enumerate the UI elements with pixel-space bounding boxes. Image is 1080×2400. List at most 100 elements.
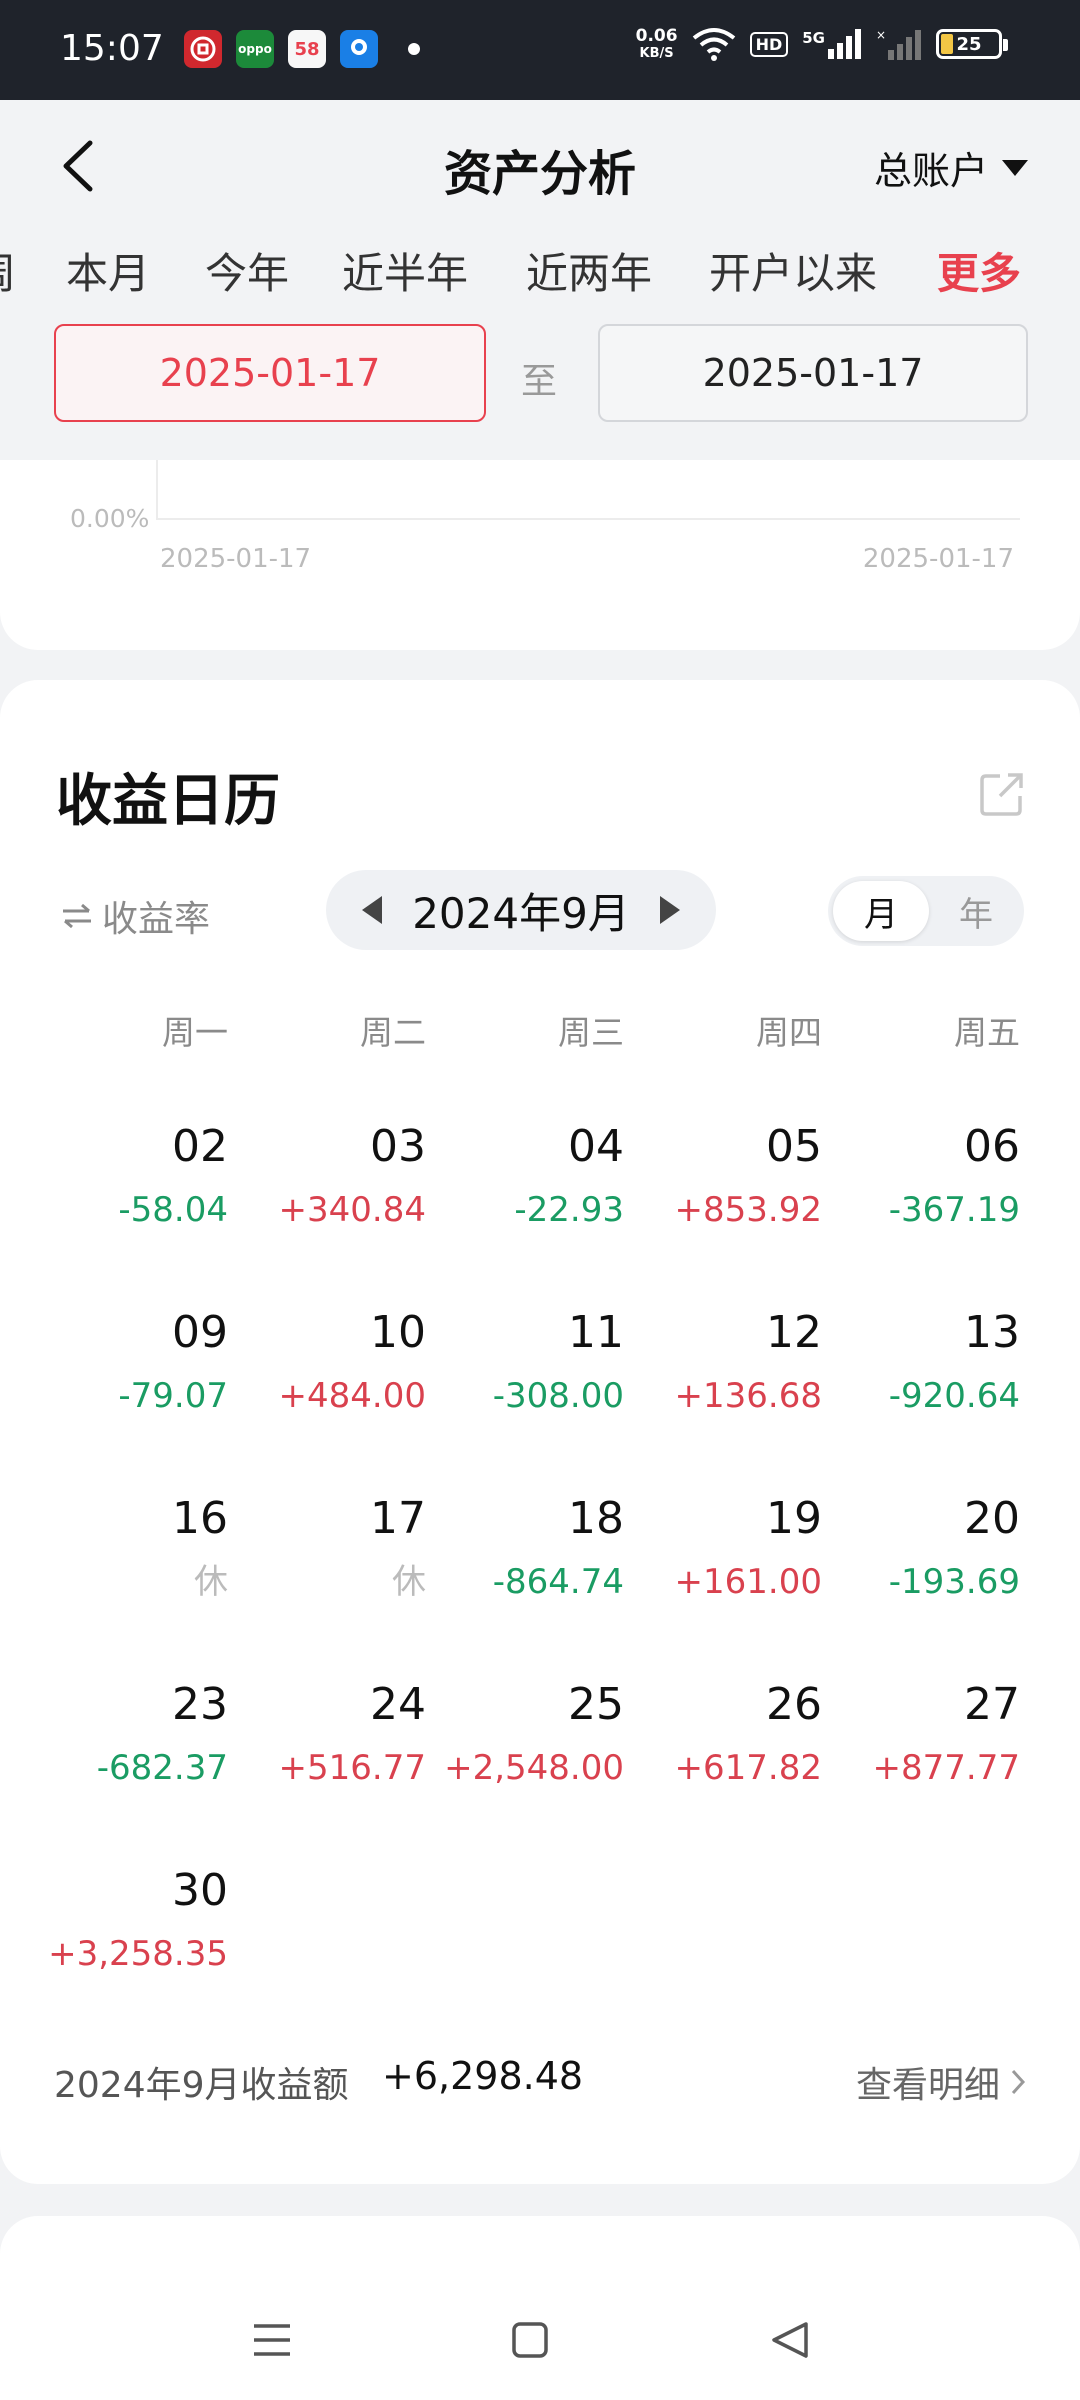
day-number: 12 bbox=[766, 1307, 822, 1358]
wifi-icon bbox=[692, 28, 735, 61]
calendar-day[interactable]: 09 -79.07 bbox=[118, 1306, 228, 1420]
nav-back-button[interactable] bbox=[760, 2310, 820, 2370]
tab-this-year[interactable]: 今年 bbox=[205, 240, 289, 301]
day-number: 23 bbox=[172, 1679, 228, 1730]
oppo-app-icon: oppo bbox=[236, 30, 274, 68]
calendar-day[interactable]: 30 +3,258.35 bbox=[48, 1864, 228, 1978]
calendar-day[interactable]: 10 +484.00 bbox=[279, 1306, 426, 1420]
weekday-fri: 周五 bbox=[954, 1013, 1020, 1052]
calendar-day[interactable]: 17 休 bbox=[370, 1492, 426, 1606]
calendar-day[interactable]: 25 +2,548.00 bbox=[444, 1678, 624, 1792]
day-number: 09 bbox=[172, 1307, 228, 1358]
day-profit: -920.64 bbox=[888, 1376, 1020, 1416]
calendar-day[interactable]: 20 -193.69 bbox=[889, 1492, 1020, 1606]
calendar-day[interactable]: 02 -58.04 bbox=[118, 1120, 228, 1234]
share-button[interactable] bbox=[978, 770, 1026, 818]
chart-y-axis bbox=[156, 460, 158, 520]
day-profit: -308.00 bbox=[492, 1376, 624, 1416]
net-speed-unit: KB/S bbox=[639, 46, 674, 61]
view-toggle: 月 年 bbox=[828, 876, 1024, 946]
profit-calendar-card: 收益日历 收益率 2024年9月 月 年 周一 周二 周三 周四 周五 02 -5… bbox=[0, 680, 1080, 2184]
account-label: 总账户 bbox=[873, 149, 988, 193]
next-month-button[interactable] bbox=[659, 896, 680, 924]
calendar-day[interactable]: 05 +853.92 bbox=[675, 1120, 822, 1234]
return-chart-card: 0.00% 2025-01-17 2025-01-17 bbox=[0, 460, 1080, 650]
tab-half-year[interactable]: 近半年 bbox=[342, 240, 468, 301]
prev-month-button[interactable] bbox=[362, 896, 382, 924]
chart-x-start-label: 2025-01-17 bbox=[160, 544, 312, 574]
day-profit: +853.92 bbox=[674, 1190, 822, 1230]
day-profit: +516.77 bbox=[278, 1748, 426, 1788]
calendar-day[interactable]: 26 +617.82 bbox=[675, 1678, 822, 1792]
tab-two-years[interactable]: 近两年 bbox=[526, 240, 652, 301]
month-total-value: +6,298.48 bbox=[382, 2054, 584, 2098]
calendar-day[interactable]: 16 休 bbox=[172, 1492, 228, 1606]
58-app-icon: 58 bbox=[288, 30, 326, 68]
view-details-link[interactable]: 查看明细 bbox=[856, 2056, 1026, 2108]
signal-sim2-icon: × bbox=[876, 28, 921, 60]
day-profit: -58.04 bbox=[118, 1190, 228, 1230]
battery-indicator: 25 bbox=[936, 29, 1008, 59]
tab-this-month[interactable]: 本月 bbox=[66, 240, 150, 301]
weekday-thu: 周四 bbox=[756, 1013, 822, 1052]
calendar-day[interactable]: 06 -367.19 bbox=[889, 1120, 1020, 1234]
day-profit: +3,258.35 bbox=[48, 1934, 228, 1974]
signal-label: 5G bbox=[802, 29, 825, 47]
day-profit: +161.00 bbox=[674, 1562, 822, 1602]
view-details-label: 查看明细 bbox=[855, 2065, 1000, 2106]
nav-menu-button[interactable] bbox=[242, 2310, 302, 2370]
day-profit: +877.77 bbox=[872, 1748, 1020, 1788]
month-navigator: 2024年9月 bbox=[326, 870, 716, 950]
tab-since-opening[interactable]: 开户以来 bbox=[709, 240, 877, 301]
calendar-day[interactable]: 23 -682.37 bbox=[97, 1678, 228, 1792]
header: 资产分析 总账户 周 本月 今年 近半年 近两年 开户以来 更多 2025-01… bbox=[0, 100, 1080, 460]
day-number: 10 bbox=[370, 1307, 426, 1358]
system-nav-bar bbox=[0, 2280, 1080, 2400]
status-indicators: 0.06 KB/S HD 5G × 25 bbox=[636, 26, 1008, 62]
tab-more[interactable]: 更多 bbox=[937, 240, 1021, 301]
day-number: 19 bbox=[766, 1493, 822, 1544]
account-selector[interactable]: 总账户 bbox=[874, 140, 1028, 195]
calendar-day[interactable]: 27 +877.77 bbox=[873, 1678, 1020, 1792]
metric-toggle-label: 收益率 bbox=[102, 899, 211, 940]
day-number: 06 bbox=[964, 1121, 1020, 1172]
metric-toggle[interactable]: 收益率 bbox=[60, 890, 210, 942]
nav-home-button[interactable] bbox=[500, 2310, 560, 2370]
day-number: 20 bbox=[964, 1493, 1020, 1544]
caret-down-icon bbox=[1002, 159, 1028, 176]
tab-week[interactable]: 周 bbox=[0, 240, 16, 301]
menu-icon bbox=[254, 2324, 290, 2356]
day-profit: 休 bbox=[392, 1562, 426, 1602]
chart-x-end-label: 2025-01-17 bbox=[862, 544, 1014, 574]
signal-5g: 5G bbox=[802, 29, 862, 59]
weekday-tue: 周二 bbox=[360, 1013, 426, 1052]
day-profit: +484.00 bbox=[278, 1376, 426, 1416]
more-notifications-dot bbox=[408, 43, 420, 55]
svg-text:×: × bbox=[876, 28, 886, 42]
status-bar: 15:07 oppo 58 0.06 KB/S HD 5G × 25 bbox=[0, 0, 1080, 100]
day-number: 27 bbox=[964, 1679, 1020, 1730]
day-number: 05 bbox=[766, 1121, 822, 1172]
calendar-day[interactable]: 03 +340.84 bbox=[279, 1120, 426, 1234]
day-number: 25 bbox=[568, 1679, 624, 1730]
notification-icons: oppo 58 bbox=[184, 30, 420, 68]
day-number: 26 bbox=[766, 1679, 822, 1730]
share-icon bbox=[980, 773, 1023, 816]
view-month-option[interactable]: 月 bbox=[833, 881, 929, 941]
month-total-label: 2024年9月收益额 bbox=[54, 2065, 349, 2106]
start-date-field[interactable]: 2025-01-17 bbox=[54, 324, 486, 422]
calendar-day[interactable]: 19 +161.00 bbox=[675, 1492, 822, 1606]
day-number: 11 bbox=[568, 1307, 624, 1358]
end-date-field[interactable]: 2025-01-17 bbox=[598, 324, 1028, 422]
calendar-day[interactable]: 18 -864.74 bbox=[493, 1492, 624, 1606]
calendar-day[interactable]: 11 -308.00 bbox=[493, 1306, 624, 1420]
calendar-day[interactable]: 24 +516.77 bbox=[279, 1678, 426, 1792]
date-range-separator: 至 bbox=[521, 361, 558, 402]
calendar-day[interactable]: 04 -22.93 bbox=[514, 1120, 624, 1234]
calendar-day[interactable]: 13 -920.64 bbox=[889, 1306, 1020, 1420]
calendar-day[interactable]: 12 +136.68 bbox=[675, 1306, 822, 1420]
weekday-mon: 周一 bbox=[162, 1013, 228, 1052]
day-number: 02 bbox=[172, 1121, 228, 1172]
hd-badge: HD bbox=[749, 31, 789, 57]
view-year-option[interactable]: 年 bbox=[928, 881, 1024, 941]
